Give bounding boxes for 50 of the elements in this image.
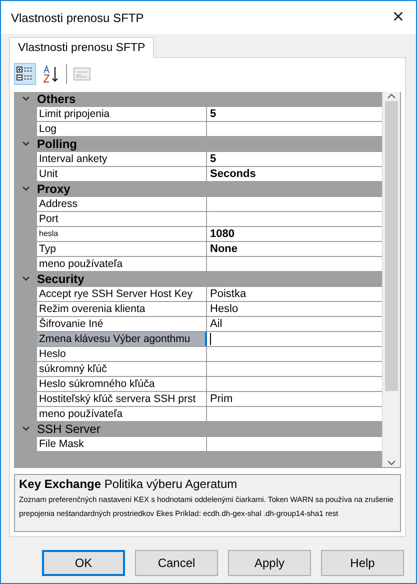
property-name[interactable]: Port bbox=[37, 212, 207, 226]
property-pages-icon bbox=[73, 66, 91, 82]
property-value[interactable]: Ail bbox=[207, 316, 382, 331]
description-title: Key Exchange bbox=[19, 477, 102, 492]
property-name[interactable]: Unit bbox=[37, 166, 207, 181]
property-name[interactable]: meno používateľa bbox=[37, 406, 207, 421]
dialog-button[interactable]: Help bbox=[321, 550, 404, 576]
toolbar-button[interactable] bbox=[14, 62, 36, 85]
property-name[interactable]: Address bbox=[37, 196, 207, 211]
property-name[interactable]: Limit pripojenia bbox=[37, 106, 207, 121]
property-name[interactable]: Typ bbox=[37, 242, 207, 256]
category-name: Proxy bbox=[37, 182, 70, 196]
property-value[interactable]: None bbox=[207, 242, 382, 256]
property-name[interactable]: Režim overenia klienta bbox=[37, 302, 207, 316]
sort-alphabetical-icon bbox=[42, 64, 60, 83]
window-title: Vlastnosti prenosu SFTP bbox=[11, 10, 144, 24]
property-value[interactable]: 1080 bbox=[207, 226, 382, 241]
dialog-button[interactable]: Apply bbox=[228, 550, 311, 576]
property-name[interactable]: Zmena klávesu Výber agonthmu bbox=[37, 332, 207, 346]
property-name[interactable]: File Mask bbox=[37, 436, 207, 451]
categorized-view-icon bbox=[16, 64, 34, 83]
category-name: SSH Server bbox=[37, 422, 100, 436]
scroll-down-icon[interactable] bbox=[387, 458, 396, 468]
property-name[interactable]: Heslo bbox=[37, 346, 207, 361]
property-name[interactable]: Šifrovanie Iné bbox=[37, 316, 207, 331]
property-name[interactable]: súkromný kľúč bbox=[37, 362, 207, 376]
scrollbar[interactable] bbox=[382, 92, 400, 468]
property-value[interactable]: Heslo bbox=[207, 302, 382, 316]
category-name: Polling bbox=[37, 137, 77, 152]
dialog-button[interactable]: Cancel bbox=[135, 550, 218, 576]
property-name[interactable]: meno používateľa bbox=[37, 256, 207, 271]
category-name: Others bbox=[37, 92, 76, 106]
text-cursor bbox=[210, 332, 211, 345]
property-value[interactable]: 5 bbox=[207, 152, 382, 166]
property-name[interactable]: Accept rye SSH Server Host Key bbox=[37, 286, 207, 301]
property-name[interactable]: Heslo súkromného kľúča bbox=[37, 376, 207, 391]
property-value[interactable]: Prim bbox=[207, 392, 382, 406]
tab[interactable]: Vlastnosti prenosu SFTP bbox=[9, 37, 154, 58]
property-value[interactable]: Poistka bbox=[207, 286, 382, 301]
property-value[interactable]: 5 bbox=[207, 106, 382, 121]
property-name[interactable]: hesla bbox=[37, 226, 207, 241]
close-button[interactable]: × bbox=[388, 6, 408, 29]
property-name[interactable]: Hostiteľský kľúč servera SSH prst bbox=[37, 392, 207, 406]
dialog-button[interactable]: OK bbox=[42, 550, 125, 576]
property-value[interactable]: Seconds bbox=[207, 166, 382, 181]
category-name: Security bbox=[37, 272, 84, 286]
description-subtitle: Politika výberu Ageratum bbox=[104, 477, 238, 492]
property-name[interactable]: Log bbox=[37, 122, 207, 136]
scroll-up-icon[interactable] bbox=[387, 92, 396, 101]
property-name[interactable]: Interval ankety bbox=[37, 152, 207, 166]
